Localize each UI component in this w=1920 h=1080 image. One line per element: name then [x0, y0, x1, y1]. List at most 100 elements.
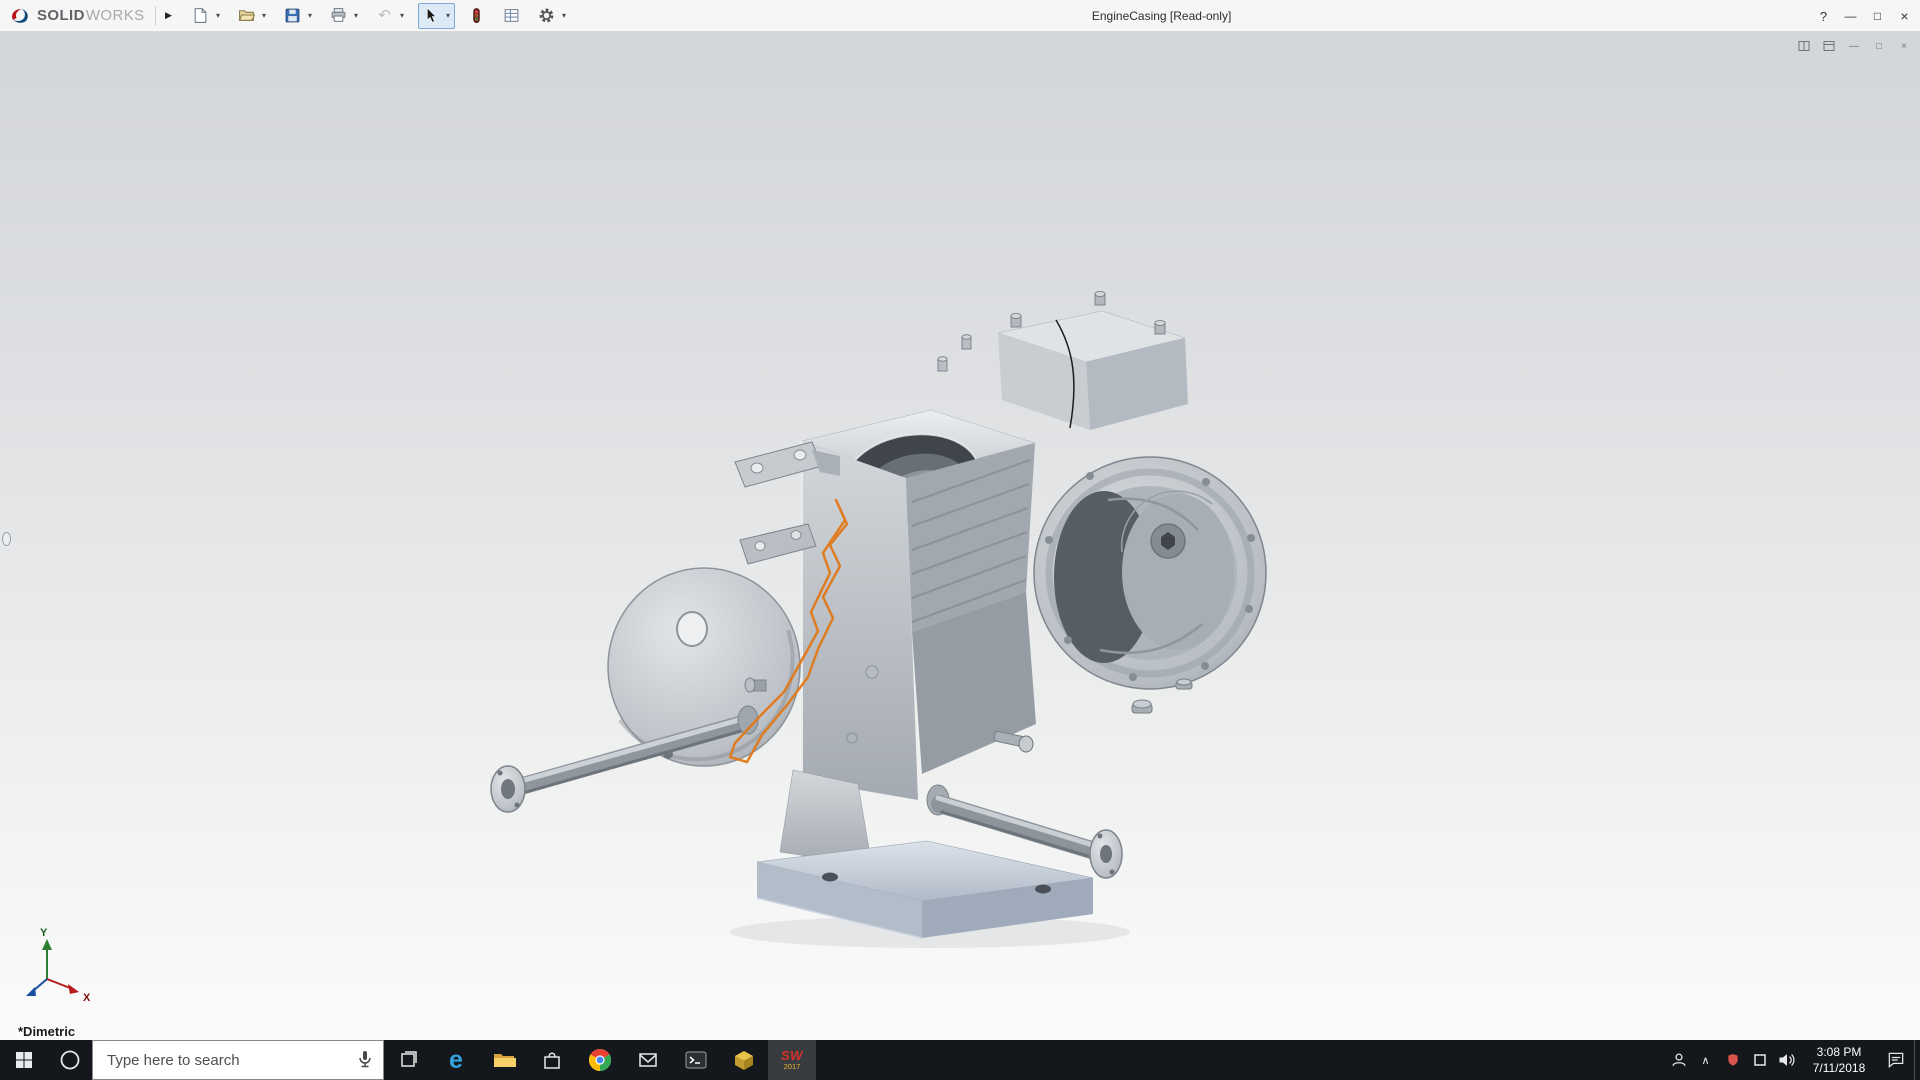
save-button[interactable] [281, 4, 305, 28]
task-view-icon [401, 1051, 417, 1067]
doc-restore-button[interactable]: □ [1871, 38, 1887, 54]
terminal-button[interactable] [672, 1040, 720, 1080]
titlebar: SOLID WORKS ▶ ▾ ▾ ▾ ▾ ↶ ▾ ▾ ▾ EngineCasi… [0, 0, 1920, 32]
doc-close-button[interactable]: × [1896, 38, 1912, 54]
solidworks-2017-button[interactable]: SW 2017 [768, 1040, 816, 1080]
new-document-button[interactable] [189, 4, 213, 28]
orientation-triad: Y X [26, 927, 91, 1004]
top-cover[interactable] [937, 291, 1188, 431]
chevron-down-icon: ▾ [354, 11, 359, 20]
start-button[interactable] [0, 1040, 48, 1080]
store-button[interactable] [528, 1040, 576, 1080]
cortana-circle-icon [60, 1050, 80, 1070]
volume-icon[interactable] [1773, 1040, 1800, 1080]
tray-shield-icon[interactable] [1719, 1040, 1746, 1080]
print-button[interactable] [327, 4, 351, 28]
document-window-controls: — □ × [1796, 38, 1912, 54]
chevron-down-icon: ▾ [400, 11, 405, 20]
divider [154, 5, 156, 26]
undo-dropdown[interactable]: ▾ [397, 4, 408, 28]
help-button[interactable]: ? [1810, 0, 1837, 32]
undo-button[interactable]: ↶ [373, 4, 397, 28]
select-tool-button[interactable] [419, 4, 443, 28]
rebuild-button[interactable] [465, 4, 489, 28]
properties-button[interactable] [500, 4, 524, 28]
search-input[interactable] [93, 1051, 347, 1069]
edge-button[interactable]: e [432, 1040, 480, 1080]
y-axis-label: Y [40, 927, 48, 939]
brand-solid: SOLID [37, 7, 85, 24]
options-button[interactable] [535, 4, 559, 28]
mail-button[interactable] [624, 1040, 672, 1080]
view-orientation-label: *Dimetric [18, 1024, 76, 1039]
edge-icon: e [449, 1045, 463, 1074]
solidworks-doc-button[interactable] [720, 1040, 768, 1080]
brand-works: WORKS [85, 7, 145, 24]
viewport-split-icon[interactable] [1796, 38, 1812, 54]
chevron-down-icon: ▾ [562, 11, 567, 20]
chevron-down-icon: ▾ [308, 11, 313, 20]
task-view-button[interactable] [384, 1040, 432, 1080]
undo-icon: ↶ [378, 7, 391, 24]
open-dropdown[interactable]: ▾ [259, 4, 270, 28]
select-tool-dropdown[interactable]: ▾ [443, 4, 454, 28]
chrome-button[interactable] [576, 1040, 624, 1080]
viewport-pane-icon[interactable] [1821, 38, 1837, 54]
solidworks-part-icon [735, 1051, 753, 1070]
windows-logo-icon [16, 1052, 32, 1068]
search-box[interactable] [92, 1040, 384, 1080]
chevron-down-icon: ▾ [446, 11, 451, 20]
taskbar-spacer [816, 1040, 1665, 1080]
dassault-systemes-icon [12, 8, 28, 23]
select-tool-group: ▾ [417, 2, 455, 29]
tray-app-icon[interactable] [1746, 1040, 1773, 1080]
new-document-dropdown[interactable]: ▾ [213, 4, 224, 28]
flyout-arrow-icon: ▶ [165, 10, 172, 20]
chevron-down-icon: ▾ [262, 11, 267, 20]
quick-access-toolbar: ▾ ▾ ▾ ▾ ↶ ▾ ▾ ▾ [188, 2, 580, 29]
menu-flyout-button[interactable]: ▶ [160, 4, 178, 28]
chevron-up-icon: ∧ [1701, 1054, 1710, 1067]
open-button[interactable] [235, 4, 259, 28]
rebuild-traffic-icon [473, 8, 480, 23]
base-plate[interactable] [756, 769, 1094, 939]
close-button[interactable]: × [1891, 0, 1918, 32]
tray-expand-chevron[interactable]: ∧ [1692, 1040, 1719, 1080]
file-explorer-icon [494, 1054, 516, 1067]
show-desktop-button[interactable] [1914, 1040, 1920, 1080]
command-prompt-icon [685, 1051, 707, 1069]
taskbar: e SW2017 [0, 1040, 1920, 1080]
document-title: EngineCasing [Read-only] [1091, 8, 1232, 23]
design-table-icon [504, 9, 519, 22]
graphics-area[interactable]: — □ × Y X *Dimetric [0, 32, 1920, 1040]
action-center-icon[interactable] [1878, 1040, 1914, 1080]
save-dropdown[interactable]: ▾ [305, 4, 316, 28]
mail-envelope-icon [639, 1053, 657, 1067]
microphone-icon[interactable] [347, 1040, 383, 1080]
solidworks-logo: SOLID WORKS [0, 0, 155, 31]
cortana-button[interactable] [48, 1040, 92, 1080]
clock-date: 7/11/2018 [1812, 1061, 1866, 1075]
doc-minimize-button[interactable]: — [1846, 38, 1862, 54]
engine-casing-model[interactable]: Y X [0, 32, 1920, 1040]
print-icon [331, 8, 346, 22]
select-arrow-icon [427, 7, 437, 23]
chrome-icon [589, 1049, 611, 1071]
solidworks-window: SOLID WORKS ▶ ▾ ▾ ▾ ▾ ↶ ▾ ▾ ▾ EngineCasi… [0, 0, 1920, 1080]
new-document-icon [194, 8, 207, 23]
solidworks-2017-icon: SW 2017 [781, 1048, 803, 1072]
tray-people-icon[interactable] [1665, 1040, 1692, 1080]
minimize-button[interactable]: — [1837, 0, 1864, 32]
clock-time: 3:08 PM [1816, 1044, 1862, 1059]
maximize-button[interactable]: □ [1864, 0, 1891, 32]
print-dropdown[interactable]: ▾ [351, 4, 362, 28]
file-explorer-button[interactable] [480, 1040, 528, 1080]
x-axis-label: X [83, 992, 91, 1004]
panel-splitter-handle[interactable] [2, 532, 11, 546]
taskbar-clock[interactable]: 3:08 PM 7/11/2018 [1800, 1040, 1878, 1080]
clutch-housing[interactable] [1033, 456, 1267, 714]
options-dropdown[interactable]: ▾ [559, 4, 570, 28]
open-folder-icon [238, 10, 256, 21]
gear-icon [539, 8, 554, 23]
save-icon [285, 8, 300, 23]
